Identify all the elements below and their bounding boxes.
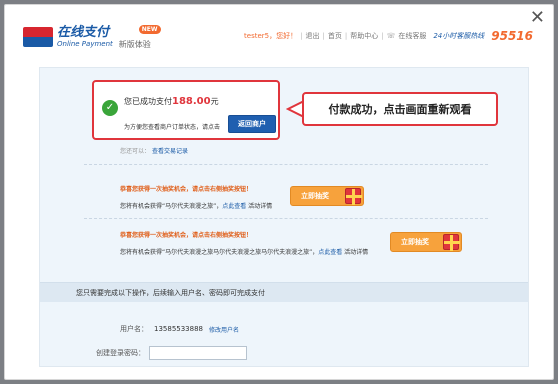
payment-modal: ✕ 在线支付 Online Payment NEW 新版体验 tester5，您…: [4, 4, 554, 380]
promo-suffix: 活动详情: [344, 249, 369, 256]
content-panel: ✓ 您已成功支付188.00元 为方便您查看商户订单状态，请点击 返回商户 您还…: [39, 67, 529, 367]
password-label: 创建登录密码：: [96, 349, 145, 357]
lottery-button[interactable]: 立即抽奖: [290, 186, 364, 206]
help-link[interactable]: 帮助中心: [350, 31, 378, 41]
home-link[interactable]: 首页: [328, 31, 342, 41]
amount-unit: 元: [210, 97, 219, 106]
promo-desc: 您将有机会获得“马尔代夫浪漫之旅”: [120, 203, 217, 210]
beta-label: 新版体验: [118, 39, 151, 49]
paid-amount: 188.00: [172, 96, 211, 107]
brand: 在线支付 Online Payment: [57, 26, 113, 48]
lottery-button[interactable]: 立即抽奖: [390, 232, 462, 252]
username-row: 用户名： 13585533888 修改用户名: [120, 324, 239, 334]
gift-icon: [345, 188, 362, 205]
promo-link[interactable]: 点此查看: [222, 203, 246, 210]
unionpay-logo: [23, 27, 53, 47]
hotline-number: 95516: [491, 29, 533, 43]
divider: [84, 164, 488, 165]
edit-username-link[interactable]: 修改用户名: [209, 325, 239, 334]
back-to-merchant-button[interactable]: 返回商户: [228, 115, 276, 133]
promo-title: 恭喜您获得一次抽奖机会，请点击右侧抽奖按钮！: [120, 186, 253, 193]
promo-desc: 您将有机会获得“马尔代夫浪漫之旅马尔代夫浪漫之旅马尔代夫浪漫之旅”: [120, 249, 313, 256]
promo-item: 恭喜您获得一次抽奖机会，请点击右侧抽奖按钮！ 您将有机会获得“马尔代夫浪漫之旅马…: [120, 232, 369, 256]
gift-icon: [443, 234, 460, 251]
check-icon: ✓: [102, 100, 118, 116]
promo-title: 恭喜您获得一次抽奖机会，请点击右侧抽奖按钮！: [120, 232, 253, 239]
headset-icon: ☏: [386, 32, 396, 40]
username-value: 13585533888: [154, 325, 203, 333]
brand-title: 在线支付: [57, 25, 110, 40]
lottery-button-label: 立即抽奖: [301, 192, 329, 200]
promo-suffix: 活动详情: [248, 203, 273, 210]
online-service-link[interactable]: 在线客服: [398, 31, 426, 41]
beta-link[interactable]: NEW 新版体验: [118, 24, 161, 50]
divider: [84, 218, 488, 219]
brand-subtitle: Online Payment: [57, 40, 113, 48]
replay-callout[interactable]: 付款成功，点击画面重新观看: [302, 92, 498, 126]
password-input[interactable]: [149, 346, 247, 360]
new-badge: NEW: [138, 24, 161, 34]
promo-item: 恭喜您获得一次抽奖机会，请点击右侧抽奖按钮！ 您将有机会获得“马尔代夫浪漫之旅”…: [120, 186, 273, 210]
lottery-button-label: 立即抽奖: [401, 238, 429, 246]
username-label: 用户名：: [120, 325, 148, 333]
header: 在线支付 Online Payment NEW 新版体验 tester5，您好！…: [23, 19, 533, 55]
success-prefix: 您已成功支付: [124, 97, 172, 106]
password-row: 创建登录密码：: [96, 346, 247, 360]
top-links: tester5，您好！ | 退出 | 首页 | 帮助中心 | ☏ 在线客服 24…: [244, 29, 533, 43]
user-greeting: tester5，您好！: [244, 32, 298, 40]
promo-link[interactable]: 点此查看: [318, 249, 342, 256]
logout-link[interactable]: 退出: [305, 31, 319, 41]
lower-heading: 您只需要完成以下操作，后续输入用户名、密码即可完成支付: [40, 282, 528, 302]
view-record-link[interactable]: 查看交易记录: [152, 148, 188, 155]
hotline-label: 24小时客服热线: [433, 32, 485, 40]
view-record-prefix: 您还可以：: [120, 148, 151, 155]
success-subtext: 为方便您查看商户订单状态，请点击: [124, 124, 221, 131]
view-record: 您还可以： 查看交易记录: [120, 146, 188, 155]
success-message: 您已成功支付188.00元: [124, 96, 219, 107]
success-box: ✓ 您已成功支付188.00元 为方便您查看商户订单状态，请点击 返回商户: [92, 80, 280, 140]
